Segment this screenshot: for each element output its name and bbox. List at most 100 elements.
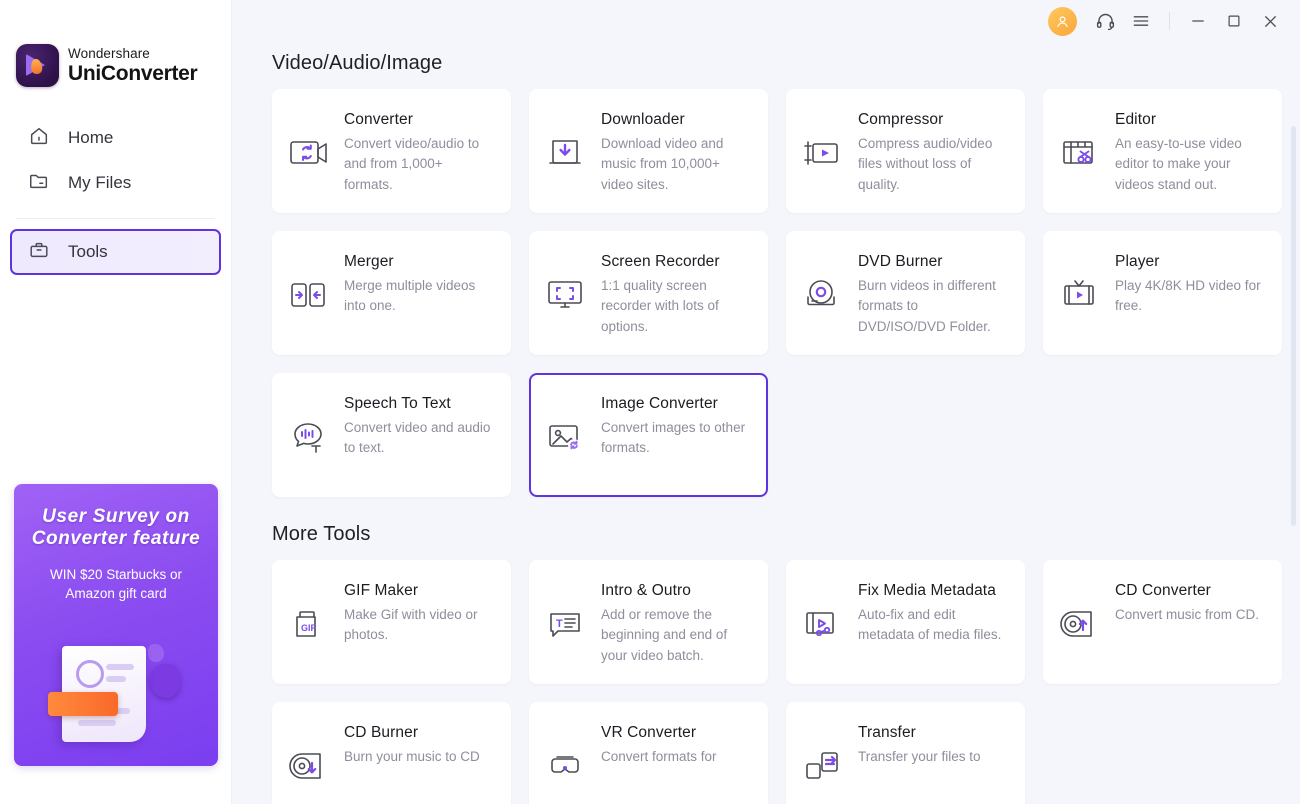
card-title: CD Burner <box>344 724 419 741</box>
player-icon <box>1059 247 1105 353</box>
card-body: Speech To Text Convert video and audio t… <box>344 389 495 495</box>
card-description: Convert formats for <box>601 749 717 764</box>
hamburger-menu-button[interactable] <box>1123 5 1159 37</box>
sidebar-item-my-files[interactable]: My Files <box>12 162 219 204</box>
card-body: GIF Maker Make Gif with video or photos. <box>344 576 495 682</box>
brand-name-bottom: UniConverter <box>68 61 198 85</box>
tool-card-cd-burner[interactable]: CD Burner Burn your music to CD <box>272 702 511 804</box>
card-body: DVD Burner Burn videos in different form… <box>858 247 1009 353</box>
card-title: Merger <box>344 253 394 270</box>
sidebar: Wondershare UniConverter Home My Files T… <box>0 0 232 804</box>
card-title: DVD Burner <box>858 253 943 270</box>
card-title: Compressor <box>858 111 944 128</box>
tool-card-vr-converter[interactable]: VR Converter Convert formats for <box>529 702 768 804</box>
card-description: Convert video/audio to and from 1,000+ f… <box>344 136 480 192</box>
card-description: Burn videos in different formats to DVD/… <box>858 278 996 334</box>
card-description: An easy-to-use video editor to make your… <box>1115 136 1242 192</box>
card-body: Downloader Download video and music from… <box>601 105 752 211</box>
promo-blob-shape-small <box>148 644 164 662</box>
tool-card-editor[interactable]: Editor An easy-to-use video editor to ma… <box>1043 89 1282 213</box>
tool-card-fix-media-metadata[interactable]: Fix Media Metadata Auto-fix and edit met… <box>786 560 1025 684</box>
promo-line <box>106 676 126 682</box>
promo-blob-shape <box>150 664 180 698</box>
tool-card-transfer[interactable]: Transfer Transfer your files to <box>786 702 1025 804</box>
brand-text: Wondershare UniConverter <box>68 46 198 85</box>
card-description: Download video and music from 10,000+ vi… <box>601 136 724 192</box>
sidebar-divider <box>16 218 215 219</box>
tools-grid-more: GIF GIF Maker Make Gif with video or pho… <box>272 560 1282 804</box>
section-title-video-audio-image: Video/Audio/Image <box>272 52 443 74</box>
card-body: Fix Media Metadata Auto-fix and edit met… <box>858 576 1009 682</box>
tool-card-merger[interactable]: Merger Merge multiple videos into one. <box>272 231 511 355</box>
card-title: Image Converter <box>601 395 718 412</box>
maximize-button[interactable] <box>1216 5 1252 37</box>
brand-logo-block: Wondershare UniConverter <box>0 0 231 87</box>
tool-card-converter[interactable]: Converter Convert video/audio to and fro… <box>272 89 511 213</box>
brand-name-top: Wondershare <box>68 46 150 62</box>
card-description: Convert music from CD. <box>1115 607 1260 622</box>
uniconverter-logo-icon <box>16 44 59 87</box>
tool-card-player[interactable]: Player Play 4K/8K HD video for free. <box>1043 231 1282 355</box>
tool-card-downloader[interactable]: Downloader Download video and music from… <box>529 89 768 213</box>
merger-icon <box>288 247 334 353</box>
card-title: CD Converter <box>1115 582 1211 599</box>
tools-grid-primary: Converter Convert video/audio to and fro… <box>272 89 1282 497</box>
card-body: Converter Convert video/audio to and fro… <box>344 105 495 211</box>
svg-text:T: T <box>556 618 563 630</box>
downloader-icon <box>545 105 591 211</box>
editor-icon <box>1059 105 1105 211</box>
card-body: Transfer Transfer your files to <box>858 718 981 804</box>
gif-maker-icon: GIF <box>288 576 334 682</box>
tool-card-compressor[interactable]: Compressor Compress audio/video files wi… <box>786 89 1025 213</box>
promo-line <box>78 720 116 726</box>
tools-content: Video/Audio/Image Converter Convert vide… <box>232 42 1300 804</box>
vr-converter-icon <box>545 718 591 804</box>
tool-card-cd-converter[interactable]: CD Converter Convert music from CD. <box>1043 560 1282 684</box>
cd-converter-icon <box>1059 576 1105 682</box>
tool-card-intro-outro[interactable]: T Intro & Outro Add or remove the beginn… <box>529 560 768 684</box>
tool-card-screen-recorder[interactable]: Screen Recorder 1:1 quality screen recor… <box>529 231 768 355</box>
tool-card-image-converter[interactable]: Image Converter Convert images to other … <box>529 373 768 497</box>
dvd-burner-icon <box>802 247 848 353</box>
sidebar-nav: Home My Files Tools <box>0 117 231 275</box>
scrollbar-thumb[interactable] <box>1291 126 1296 526</box>
card-description: Play 4K/8K HD video for free. <box>1115 278 1261 314</box>
svg-text:GIF: GIF <box>301 623 317 633</box>
tool-card-dvd-burner[interactable]: DVD Burner Burn videos in different form… <box>786 231 1025 355</box>
tool-card-speech-to-text[interactable]: Speech To Text Convert video and audio t… <box>272 373 511 497</box>
card-description: Auto-fix and edit metadata of media file… <box>858 607 1002 643</box>
intro-outro-icon: T <box>545 576 591 682</box>
support-headset-button[interactable] <box>1087 5 1123 37</box>
card-title: VR Converter <box>601 724 697 741</box>
card-description: 1:1 quality screen recorder with lots of… <box>601 278 719 334</box>
card-description: Merge multiple videos into one. <box>344 278 476 314</box>
sidebar-item-label: Home <box>68 128 114 147</box>
card-title: Downloader <box>601 111 685 128</box>
card-title: Intro & Outro <box>601 582 692 599</box>
promo-banner[interactable]: User Survey on Converter feature WIN $20… <box>14 484 218 766</box>
card-description: Convert images to other formats. <box>601 420 746 456</box>
converter-icon <box>288 105 334 211</box>
section-title-more-tools: More Tools <box>272 523 371 545</box>
sidebar-item-home[interactable]: Home <box>12 117 219 159</box>
folder-icon <box>28 170 50 197</box>
close-button[interactable] <box>1252 5 1288 37</box>
card-title: Player <box>1115 253 1160 270</box>
minimize-button[interactable] <box>1180 5 1216 37</box>
user-avatar[interactable] <box>1048 6 1077 36</box>
tool-card-gif-maker[interactable]: GIF GIF Maker Make Gif with video or pho… <box>272 560 511 684</box>
promo-subtitle: WIN $20 Starbucks or Amazon gift card <box>49 566 183 602</box>
sidebar-item-label: My Files <box>68 173 132 192</box>
fix-metadata-icon <box>802 576 848 682</box>
card-description: Convert video and audio to text. <box>344 420 491 456</box>
card-description: Compress audio/video files without loss … <box>858 136 993 192</box>
transfer-icon <box>802 718 848 804</box>
promo-title: User Survey on Converter feature <box>31 506 201 550</box>
card-description: Burn your music to CD <box>344 749 480 764</box>
card-body: VR Converter Convert formats for <box>601 718 717 804</box>
promo-line <box>106 664 134 670</box>
screen-recorder-icon <box>545 247 591 353</box>
card-title: Converter <box>344 111 413 128</box>
card-title: Editor <box>1115 111 1157 128</box>
sidebar-item-tools[interactable]: Tools <box>10 229 221 275</box>
